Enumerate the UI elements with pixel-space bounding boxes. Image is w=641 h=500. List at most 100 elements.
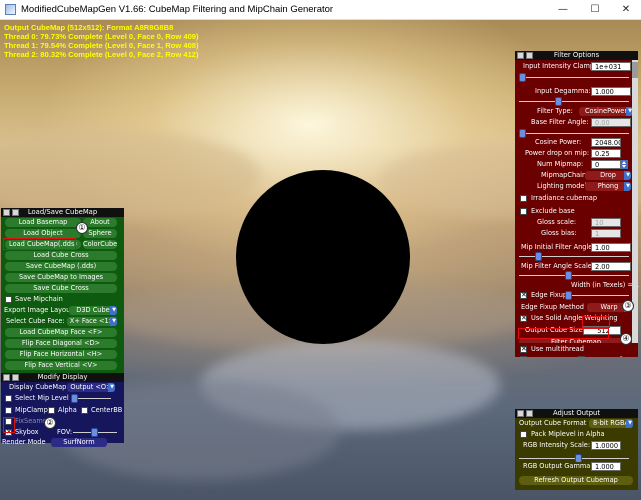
- power-drop-field[interactable]: 0.25: [591, 149, 621, 158]
- exclude-base-checkbox[interactable]: [520, 208, 527, 215]
- slider-knob-icon[interactable]: [565, 291, 572, 300]
- select-face-label: Select Cube Face:: [6, 317, 65, 325]
- lighting-model-value: Phong: [597, 182, 619, 190]
- slider-knob-icon[interactable]: [535, 252, 542, 261]
- spin-arrows-icon[interactable]: [621, 160, 628, 169]
- degamma-slider[interactable]: [519, 101, 629, 102]
- export-layout-dropdown[interactable]: D3D Cube ▼: [69, 306, 117, 315]
- sphere-button[interactable]: Sphere: [83, 229, 117, 238]
- render-mode-value: SurfNorm: [63, 438, 95, 446]
- flip-diagonal-button[interactable]: Flip Face Diagonal <D>: [5, 339, 117, 348]
- use-multithread-checkbox[interactable]: [520, 345, 527, 353]
- alpha-checkbox[interactable]: [48, 407, 55, 414]
- slider-knob-icon[interactable]: [565, 271, 572, 280]
- lighting-model-label: Lighting model: [537, 182, 587, 190]
- render-mode-label: Render Mode: [2, 438, 46, 446]
- input-intensity-clamp-label: Input Intensity Clamp:: [523, 62, 597, 70]
- num-mipmap-label: Num Mipmap:: [537, 160, 584, 168]
- maximize-icon[interactable]: ☐: [580, 0, 610, 20]
- panel-pin-icon[interactable]: [526, 410, 533, 417]
- input-degamma-field[interactable]: 1.000: [591, 87, 631, 96]
- filter-options-scrollbar[interactable]: [632, 60, 638, 343]
- highlight-box: [518, 328, 609, 339]
- display-cubemap-dropdown[interactable]: Output <O> ▼: [67, 383, 115, 392]
- slider-knob-icon[interactable]: [91, 428, 98, 437]
- select-mip-level-checkbox[interactable]: [5, 395, 12, 402]
- mip-angle-scale-label: Mip Filter Angle Scale:: [521, 262, 595, 270]
- select-face-dropdown[interactable]: X+ Face <1> ▼: [67, 317, 117, 326]
- filter-type-dropdown[interactable]: CosinePower ▼: [579, 107, 633, 116]
- rgb-gamma-field[interactable]: 1.000: [591, 462, 621, 471]
- panel-pin-icon[interactable]: [12, 374, 19, 381]
- gloss-bias-label: Gloss bias:: [541, 229, 577, 237]
- input-intensity-clamp-field[interactable]: 1e+031: [591, 62, 631, 71]
- panel-collapse-icon[interactable]: [3, 209, 10, 216]
- edge-fixup-slider[interactable]: [565, 295, 629, 296]
- save-mipchain-checkbox[interactable]: [5, 296, 12, 303]
- output-format-dropdown[interactable]: 8-bit RGBA ▼: [589, 419, 633, 428]
- modify-display-panel: Modify Display Display CubeMap: Output <…: [1, 373, 124, 447]
- slider-knob-icon[interactable]: [519, 129, 526, 138]
- use-solid-angle-checkbox[interactable]: [520, 314, 527, 322]
- base-filter-angle-field[interactable]: 0.00: [591, 118, 631, 127]
- width-texels-label: Width (in Texels) = 1: [571, 281, 640, 289]
- num-mipmap-field[interactable]: 0: [591, 160, 621, 169]
- status-thread-2: Thread 2: 80.32% Complete (Level 0, Face…: [4, 50, 199, 59]
- cosine-power-field[interactable]: 2048.00: [591, 138, 621, 147]
- mip-angle-scale-slider[interactable]: [519, 275, 629, 276]
- display-cubemap-value: Output <O>: [70, 383, 112, 391]
- render-mode-dropdown[interactable]: SurfNorm: [51, 438, 107, 447]
- close-icon[interactable]: ✕: [611, 0, 641, 20]
- slider-knob-icon[interactable]: [71, 394, 78, 403]
- mip-initial-angle-field[interactable]: 1.00: [591, 243, 631, 252]
- app-icon: [5, 4, 16, 15]
- panel-collapse-icon[interactable]: [3, 374, 10, 381]
- export-layout-label: Export Image Layout:: [4, 306, 76, 314]
- slider-knob-icon[interactable]: [555, 97, 562, 106]
- scrollbar-thumb[interactable]: [632, 62, 638, 78]
- load-cube-cross-button[interactable]: Load Cube Cross: [5, 251, 117, 260]
- panel-pin-icon[interactable]: [526, 52, 533, 59]
- flip-vertical-button[interactable]: Flip Face Vertical <V>: [5, 361, 117, 370]
- gloss-bias-field[interactable]: 1: [591, 229, 621, 238]
- mip-initial-angle-label: Mip Initial Filter Angle:: [521, 243, 595, 251]
- irradiance-cubemap-checkbox[interactable]: [520, 195, 527, 202]
- intensity-clamp-slider[interactable]: [519, 77, 629, 78]
- rgb-intensity-field[interactable]: 1.0000: [591, 441, 621, 450]
- mipmap-chain-value: Drop: [600, 171, 616, 179]
- select-face-value: X+ Face <1>: [69, 317, 115, 325]
- display-cubemap-label: Display CubeMap:: [9, 383, 69, 391]
- pack-mip-alpha-checkbox[interactable]: [520, 431, 527, 438]
- refresh-output-button[interactable]: Refresh Output Cubemap: [519, 476, 633, 485]
- edge-fixup-checkbox[interactable]: [520, 291, 527, 299]
- mip-clamp-checkbox[interactable]: [5, 407, 12, 414]
- lighting-model-dropdown[interactable]: Phong ▼: [585, 182, 631, 191]
- gloss-scale-field[interactable]: 10: [591, 218, 621, 227]
- load-cubemap-face-button[interactable]: Load CubeMap Face <F>: [5, 328, 117, 337]
- fov-label: FOV:: [57, 428, 73, 436]
- dropdown-arrow-icon: ▼: [108, 383, 115, 392]
- base-filter-angle-slider[interactable]: [519, 133, 629, 134]
- preview-sphere[interactable]: [236, 170, 410, 344]
- save-cubemap-images-button[interactable]: Save CubeMap to Images: [5, 273, 117, 282]
- center-bb-checkbox[interactable]: [81, 407, 88, 414]
- about-button[interactable]: About: [83, 218, 117, 227]
- rgb-intensity-slider[interactable]: [519, 458, 629, 459]
- save-cube-cross-button[interactable]: Save Cube Cross: [5, 284, 117, 293]
- slider-knob-icon[interactable]: [519, 73, 526, 82]
- panel-pin-icon[interactable]: [12, 209, 19, 216]
- panel-collapse-icon[interactable]: [517, 52, 524, 59]
- filter-options-panel-footer: Use multithread: [515, 343, 638, 356]
- save-cubemap-dds-button[interactable]: Save CubeMap (.dds): [5, 262, 117, 271]
- minimize-icon[interactable]: —: [548, 0, 578, 20]
- color-cube-button[interactable]: ColorCube: [83, 240, 117, 249]
- load-basemap-button[interactable]: Load Basemap: [5, 218, 81, 227]
- flip-horizontal-button[interactable]: Flip Face Horizontal <H>: [5, 350, 117, 359]
- rgb-gamma-label: RGB Output Gamma:: [523, 462, 593, 470]
- callout-1: ①: [76, 222, 88, 234]
- load-object-button[interactable]: Load Object: [5, 229, 81, 238]
- mipmap-chain-dropdown[interactable]: Drop ▼: [585, 171, 631, 180]
- panel-collapse-icon[interactable]: [517, 410, 524, 417]
- mip-angle-scale-field[interactable]: 2.00: [591, 262, 631, 271]
- filter-options-header: Filter Options: [515, 51, 638, 60]
